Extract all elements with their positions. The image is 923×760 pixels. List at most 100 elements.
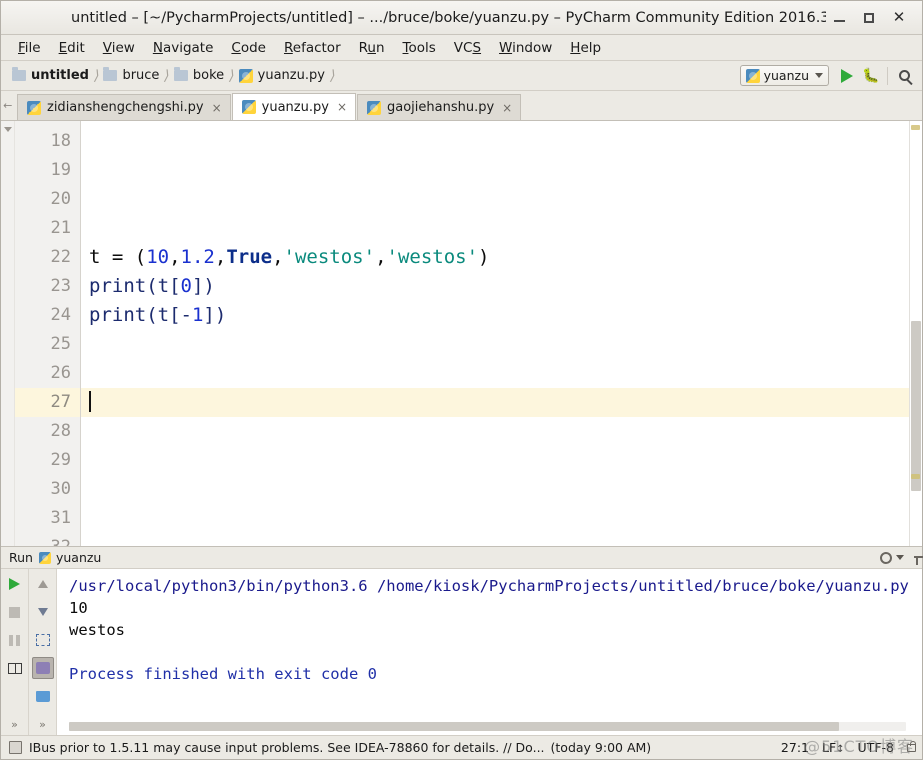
code-line[interactable] — [81, 417, 922, 446]
menu-window[interactable]: Window — [490, 37, 561, 59]
code-line[interactable] — [81, 446, 922, 475]
line-separator-label[interactable]: LF — [822, 740, 836, 755]
debug-button[interactable]: 🐛 — [859, 64, 883, 88]
toggle-console-button[interactable] — [31, 657, 54, 679]
menu-vcs[interactable]: VCS — [445, 37, 490, 59]
line-separator-arrows-icon: ↕ — [836, 744, 845, 755]
scrollbar-marker[interactable] — [911, 125, 920, 130]
console-horizontal-scrollbar[interactable] — [69, 722, 906, 731]
file-encoding[interactable]: UTF-8 — [858, 740, 894, 755]
menu-tools[interactable]: Tools — [394, 37, 445, 59]
status-notification-icon[interactable] — [9, 741, 22, 754]
status-bar: IBus prior to 1.5.11 may cause input pro… — [1, 735, 922, 759]
tab-label: yuanzu.py — [261, 99, 329, 115]
tab-close-icon[interactable]: × — [502, 102, 512, 114]
lock-icon[interactable] — [907, 740, 916, 752]
menu-edit[interactable]: Edit — [50, 37, 94, 59]
breadcrumb-item-boke[interactable]: boke — [171, 66, 226, 85]
minimize-button[interactable] — [826, 7, 852, 29]
maximize-button[interactable] — [856, 7, 882, 29]
code-token: 'westos' — [386, 246, 479, 268]
tab-close-icon[interactable]: × — [337, 101, 347, 113]
tab-zidianshengchengshi-py[interactable]: zidianshengchengshi.py × — [17, 94, 231, 120]
soft-wrap-button[interactable] — [32, 629, 54, 651]
editor-scrollbar[interactable] — [909, 121, 922, 546]
tab-yuanzu-py[interactable]: yuanzu.py × — [231, 93, 356, 120]
stop-button[interactable] — [4, 601, 26, 623]
code-line[interactable] — [81, 388, 922, 417]
python-file-icon — [38, 551, 51, 564]
console-toggle-icon — [35, 662, 50, 674]
line-number: 25 — [50, 334, 71, 354]
menu-refactor[interactable]: Refactor — [275, 37, 350, 59]
line-number: 19 — [50, 160, 71, 180]
code-line[interactable] — [81, 127, 922, 156]
maximize-icon — [864, 12, 874, 23]
code-line[interactable] — [81, 214, 922, 243]
arrow-up-icon — [37, 580, 48, 588]
chevron-down-icon[interactable] — [4, 127, 12, 132]
code-editor[interactable]: 18 19 20 21 22 23 24 25 26 27 28 29 30 31 32 t = (10,1… — [1, 121, 922, 547]
code-line[interactable] — [81, 504, 922, 533]
layout-button[interactable] — [4, 657, 26, 679]
print-button[interactable] — [32, 685, 54, 707]
expand-left-button[interactable]: » — [4, 713, 26, 735]
status-right-group: 27:1 LF↕ UTF-8 — [781, 740, 916, 755]
breadcrumb-label: bruce — [122, 68, 160, 83]
chevron-down-icon — [815, 73, 823, 78]
code-token: ]) — [203, 304, 227, 326]
menu-navigate[interactable]: Navigate — [144, 37, 223, 59]
toolbar-divider — [887, 66, 888, 85]
code-line[interactable]: print(t[0]) — [81, 272, 922, 301]
tab-label: gaojiehanshu.py — [387, 100, 495, 115]
breadcrumb-item-untitled[interactable]: untitled — [9, 66, 91, 85]
tab-close-icon[interactable]: × — [212, 102, 222, 114]
rerun-button[interactable] — [4, 573, 26, 595]
breadcrumb-item-bruce[interactable]: bruce — [100, 66, 161, 85]
pause-button[interactable] — [4, 629, 26, 651]
arrow-down-icon — [37, 608, 48, 616]
code-line[interactable] — [81, 185, 922, 214]
menu-file[interactable]: File — [9, 37, 50, 59]
code-line[interactable] — [81, 533, 922, 546]
run-actions-console: » — [29, 569, 57, 735]
settings-button[interactable] — [880, 551, 904, 564]
code-token: True — [226, 246, 273, 268]
scroll-up-button[interactable] — [32, 573, 54, 595]
code-token: , — [169, 246, 181, 268]
run-button[interactable] — [835, 64, 859, 88]
menu-code[interactable]: Code — [222, 37, 275, 59]
expand-console-button[interactable]: » — [32, 713, 54, 735]
code-line[interactable]: print(t[-1]) — [81, 301, 922, 330]
menu-view[interactable]: View — [94, 37, 144, 59]
code-line[interactable] — [81, 330, 922, 359]
code-token: 1 — [191, 304, 204, 326]
bug-icon: 🐛 — [862, 67, 880, 84]
close-button[interactable]: ✕ — [886, 7, 912, 29]
console-line: /usr/local/python3/bin/python3.6 /home/k… — [69, 577, 909, 595]
search-everywhere-button[interactable] — [892, 64, 916, 88]
scrollbar-thumb[interactable] — [911, 321, 921, 491]
code-line[interactable] — [81, 475, 922, 504]
code-content[interactable]: t = (10,1.2,True,'westos','westos') print… — [81, 121, 922, 546]
tab-gaojiehanshu-py[interactable]: gaojiehanshu.py × — [357, 94, 522, 120]
code-line[interactable] — [81, 156, 922, 185]
code-line[interactable]: t = (10,1.2,True,'westos','westos') — [81, 243, 922, 272]
caret-position[interactable]: 27:1 — [781, 740, 809, 755]
run-configuration-selector[interactable]: yuanzu — [739, 65, 829, 86]
breadcrumb-item-yuanzu-py[interactable]: yuanzu.py — [236, 66, 327, 85]
run-tool-window: Run yuanzu » » /usr/local/python3/bin/py… — [1, 547, 922, 735]
menu-run[interactable]: Run — [350, 37, 394, 59]
scrollbar-marker[interactable] — [911, 474, 920, 479]
run-panel-actions — [880, 551, 914, 564]
console-scrollbar-thumb[interactable] — [69, 722, 840, 731]
menu-help[interactable]: Help — [561, 37, 610, 59]
layout-icon — [7, 662, 22, 674]
navigation-toolbar: untitled ⟩ bruce ⟩ boke ⟩ yuanzu.py ⟩ yu… — [1, 61, 922, 91]
status-timestamp: (today 9:00 AM) — [550, 740, 652, 755]
scroll-down-button[interactable] — [32, 601, 54, 623]
chevron-down-icon — [896, 555, 904, 560]
code-line[interactable] — [81, 359, 922, 388]
fold-gutter[interactable] — [1, 121, 15, 546]
run-console-output[interactable]: /usr/local/python3/bin/python3.6 /home/k… — [57, 569, 922, 735]
